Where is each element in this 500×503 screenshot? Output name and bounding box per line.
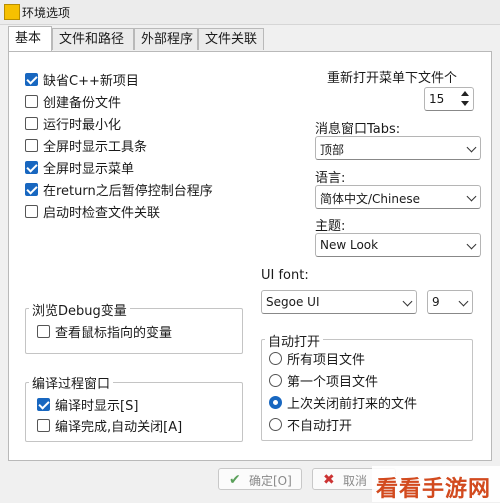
option-label: 缺省C++新项目 (43, 74, 139, 89)
ui-font-value: Segoe UI (266, 295, 320, 309)
theme-label: 主题: (315, 219, 346, 234)
spin-up-icon[interactable] (461, 91, 469, 96)
language-label: 语言: (315, 171, 346, 186)
option-label: 启动时检查文件关联 (43, 206, 161, 221)
option-label: 运行时最小化 (43, 118, 122, 133)
compile-group-title: 编译过程窗口 (29, 373, 114, 392)
compile-option-checkbox[interactable] (37, 398, 50, 411)
ui-font-label: UI font: (261, 268, 309, 283)
reopen-count-value: 15 (429, 92, 445, 106)
compile-option-label: 编译完成,自动关闭[A] (55, 420, 183, 435)
check-icon: ✔ (229, 472, 241, 488)
ui-font-size-select[interactable]: 9 (427, 290, 473, 314)
auto-open-radio[interactable] (269, 352, 282, 365)
auto-open-group-title: 自动打开 (265, 331, 324, 350)
theme-value: New Look (320, 238, 379, 252)
debug-option-checkbox[interactable] (37, 325, 50, 338)
watermark-logo: 看看手游网 (376, 477, 492, 502)
theme-select[interactable]: New Look (315, 233, 481, 257)
compile-option-label: 编译时显示[S] (55, 399, 139, 414)
title-bar (0, 0, 500, 25)
debug-option-label: 查看鼠标指向的变量 (55, 326, 173, 341)
tab-strip: 基本 文件和路径 外部程序 文件关联 (0, 24, 500, 52)
auto-open-radio-label: 不自动打开 (287, 419, 353, 434)
option-checkbox[interactable] (25, 95, 38, 108)
close-icon: ✖ (323, 472, 335, 488)
option-checkbox[interactable] (25, 161, 38, 174)
ui-font-select[interactable]: Segoe UI (261, 290, 417, 314)
chevron-down-icon (458, 296, 469, 307)
option-label: 创建备份文件 (43, 96, 122, 111)
auto-open-radio[interactable] (269, 418, 282, 431)
option-checkbox[interactable] (25, 183, 38, 196)
messages-tabs-label: 消息窗口Tabs: (315, 122, 401, 137)
chevron-down-icon (466, 191, 477, 202)
tab-basic[interactable]: 基本 (8, 26, 52, 52)
auto-open-radio-label: 所有项目文件 (287, 353, 366, 368)
option-checkbox[interactable] (25, 117, 38, 130)
messages-tabs-select[interactable]: 顶部 (315, 136, 481, 160)
ok-button-label: 确定[O] (249, 474, 292, 488)
option-label: 在return之后暂停控制台程序 (43, 184, 213, 199)
cancel-button-label: 取消 (343, 474, 368, 488)
ui-font-size-value: 9 (432, 295, 440, 309)
auto-open-radio[interactable] (269, 396, 282, 409)
messages-tabs-value: 顶部 (320, 143, 345, 157)
compile-option-checkbox[interactable] (37, 419, 50, 432)
tab-file-associations[interactable]: 文件关联 (198, 28, 264, 50)
language-value: 简体中文/Chinese (320, 192, 420, 206)
tab-files-paths[interactable]: 文件和路径 (52, 28, 134, 50)
chevron-down-icon (466, 239, 477, 250)
option-checkbox[interactable] (25, 73, 38, 86)
chevron-down-icon (402, 296, 413, 307)
language-select[interactable]: 简体中文/Chinese (315, 185, 481, 209)
option-label: 全屏时显示菜单 (43, 162, 135, 177)
debug-group-title: 浏览Debug变量 (29, 300, 130, 319)
auto-open-radio[interactable] (269, 374, 282, 387)
option-label: 全屏时显示工具条 (43, 140, 148, 155)
reopen-count-label: 重新打开菜单下文件个 (327, 71, 458, 86)
app-icon (4, 4, 20, 20)
option-checkbox[interactable] (25, 205, 38, 218)
spin-down-icon[interactable] (461, 101, 469, 106)
chevron-down-icon (466, 142, 477, 153)
auto-open-radio-label: 第一个项目文件 (287, 375, 379, 390)
options-panel: 缺省C++新项目 创建备份文件 运行时最小化 全屏时显示工具条 全屏时显示菜单 … (8, 51, 492, 461)
ok-button[interactable]: ✔ 确定[O] (218, 468, 302, 490)
option-checkbox[interactable] (25, 139, 38, 152)
auto-open-radio-label: 上次关闭前打来的文件 (287, 397, 418, 412)
tab-external-programs[interactable]: 外部程序 (134, 28, 198, 50)
window-title: 环境选项 (22, 6, 71, 20)
reopen-count-spinner[interactable]: 15 (424, 87, 474, 111)
